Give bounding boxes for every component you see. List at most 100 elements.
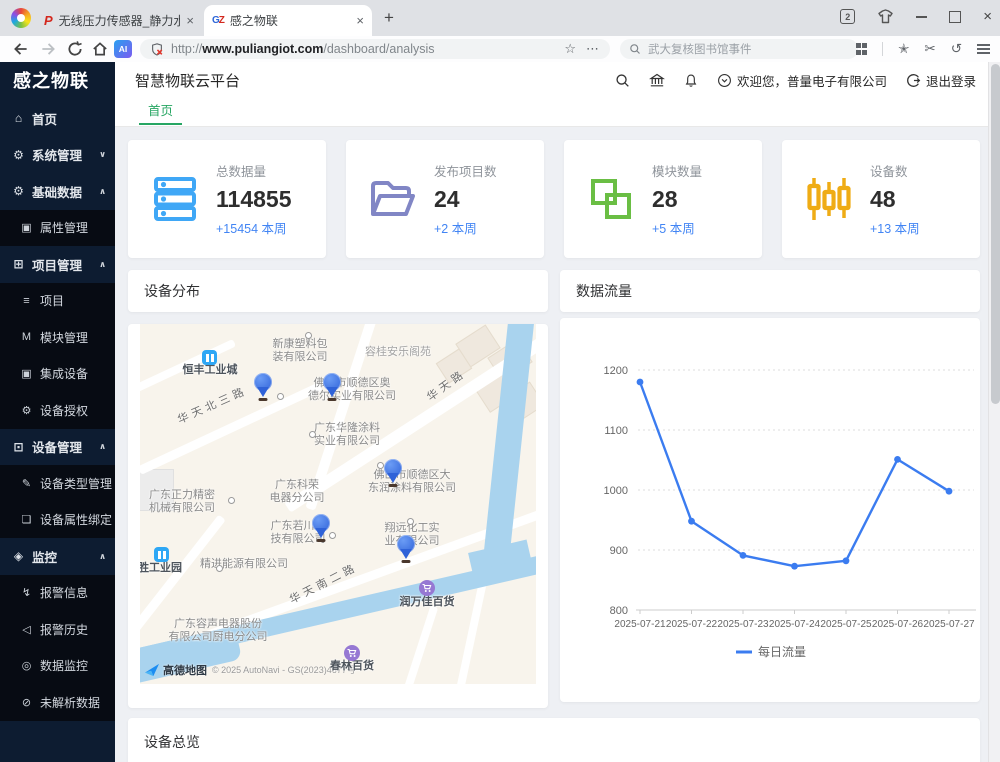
header-search-icon[interactable] xyxy=(615,73,630,88)
gear-icon: ⚙ xyxy=(11,148,26,162)
sidebar-item-首页[interactable]: ⌂首页 xyxy=(0,100,115,137)
history-undo-icon[interactable]: ↺ xyxy=(951,41,962,57)
map-poi-dot xyxy=(216,565,223,572)
chart-panel-title: 数据流量 xyxy=(560,270,980,312)
candlestick-icon xyxy=(804,174,854,224)
sidebar-item-系统管理[interactable]: ⚙系统管理∨ xyxy=(0,137,115,174)
home-icon[interactable] xyxy=(91,40,109,58)
sidebar-item-基础数据[interactable]: ⚙基础数据∧ xyxy=(0,173,115,210)
device-map-marker[interactable] xyxy=(384,459,402,477)
svg-text:2025-07-26: 2025-07-26 xyxy=(872,619,924,630)
sidebar-item-设备属性绑定[interactable]: ❏设备属性绑定 xyxy=(0,502,115,539)
sidebar-item-集成设备[interactable]: ▣集成设备 xyxy=(0,356,115,393)
device-distribution-map[interactable]: 高德地图 © 2025 AutoNavi - GS(2023)4677号 华天北… xyxy=(140,324,536,684)
stat-delta: +5 本周 xyxy=(652,218,702,237)
sidebar-item-设备类型管理[interactable]: ✎设备类型管理 xyxy=(0,465,115,502)
ai-assistant-icon[interactable]: AI xyxy=(114,40,132,58)
sidebar-item-报警历史[interactable]: ◁报警历史 xyxy=(0,611,115,648)
tab2-close-icon[interactable]: × xyxy=(356,13,364,28)
svg-text:2025-07-23: 2025-07-23 xyxy=(717,619,769,630)
device-map-marker[interactable] xyxy=(397,535,415,553)
tag-icon: ◈ xyxy=(11,549,26,563)
pen-icon: ✎ xyxy=(19,477,34,490)
sidebar-item-数据监控[interactable]: ◎数据监控 xyxy=(0,648,115,685)
map-poi-label: 胜工业园 xyxy=(140,562,182,575)
url-more-icon[interactable]: ⋯ xyxy=(586,41,600,57)
svg-text:1200: 1200 xyxy=(604,365,628,377)
svg-text:900: 900 xyxy=(610,545,628,557)
modules-icon xyxy=(586,174,636,224)
map-poi-label: 广东正力精密 机械有限公司 xyxy=(149,489,215,515)
grid-icon: ⊞ xyxy=(11,257,26,271)
map-panel-title: 设备分布 xyxy=(128,270,548,312)
sidebar-item-项目管理[interactable]: ⊞项目管理∧ xyxy=(0,246,115,283)
gear-icon: ⚙ xyxy=(11,184,26,198)
skin-tshirt-icon[interactable] xyxy=(877,9,894,24)
search-icon xyxy=(629,43,641,55)
bind-icon: ❏ xyxy=(19,513,34,526)
header-bank-icon[interactable] xyxy=(649,73,665,88)
browser-tab-inactive[interactable]: P 无线压力传感器_静力水准仪_ × xyxy=(36,5,202,36)
app-logo: 感之物联 xyxy=(0,62,115,100)
apps-grid-icon[interactable] xyxy=(856,43,868,55)
map-poi-label: 精进能源有限公司 xyxy=(200,558,288,571)
chevron-up-icon: ∧ xyxy=(99,551,106,562)
stat-value: 114855 xyxy=(216,186,291,213)
browser-logo-icon[interactable] xyxy=(11,8,31,28)
tab-count-badge[interactable]: 2 xyxy=(840,9,855,24)
refresh-icon[interactable] xyxy=(66,40,84,58)
forward-icon[interactable] xyxy=(39,40,57,58)
stat-card-总数据量: 总数据量114855+15454 本周 xyxy=(128,140,326,258)
home-icon: ⌂ xyxy=(11,111,26,125)
stat-card-设备数: 设备数48+13 本周 xyxy=(782,140,980,258)
sidebar-item-未解析数据[interactable]: ⊘未解析数据 xyxy=(0,684,115,721)
amap-logo: 高德地图 xyxy=(144,662,207,678)
tab-home[interactable]: 首页 xyxy=(139,98,182,125)
screenshot-scissors-icon[interactable]: ✂ xyxy=(924,41,935,57)
browser-search-box[interactable]: 武大复核图书馆事件 xyxy=(620,39,858,59)
welcome-account[interactable]: 欢迎您，普量电子有限公司 xyxy=(717,71,887,90)
sidebar-item-模块管理[interactable]: M模块管理 xyxy=(0,319,115,356)
logout-button[interactable]: 退出登录 xyxy=(906,71,976,90)
sidebar-item-设备管理[interactable]: ⊡设备管理∧ xyxy=(0,429,115,466)
map-poi-dot xyxy=(329,532,336,539)
scrollbar-thumb[interactable] xyxy=(991,64,1000,404)
stat-delta: +13 本周 xyxy=(870,218,920,237)
overview-panel-title: 设备总览 xyxy=(128,718,980,762)
map-poi-label: 春林百货 xyxy=(330,660,374,673)
attribute-icon: ▣ xyxy=(19,221,34,234)
window-close-button[interactable]: × xyxy=(983,12,992,22)
map-poi-dot xyxy=(305,332,312,339)
sidebar-item-报警信息[interactable]: ↯报警信息 xyxy=(0,575,115,612)
url-path: /dashboard/analysis xyxy=(323,42,434,56)
page-scrollbar[interactable] xyxy=(988,62,1000,762)
stat-label: 模块数量 xyxy=(652,161,702,180)
maximize-button[interactable] xyxy=(949,11,961,23)
device-map-marker[interactable] xyxy=(254,373,272,391)
insecure-shield-icon[interactable] xyxy=(150,42,164,57)
logout-icon xyxy=(906,73,921,88)
sidebar-item-属性管理[interactable]: ▣属性管理 xyxy=(0,210,115,247)
device-map-marker[interactable] xyxy=(312,514,330,532)
tab1-favicon: P xyxy=(44,13,53,28)
chevron-up-icon: ∧ xyxy=(99,441,106,452)
browser-addressbar: AI http://www.puliangiot.com/dashboard/a… xyxy=(0,36,1000,63)
sidebar-item-项目[interactable]: ≡项目 xyxy=(0,283,115,320)
favorites-icon[interactable]: ✭ xyxy=(898,41,909,57)
header-bell-icon[interactable] xyxy=(684,73,698,88)
browser-tab-active[interactable]: GZ 感之物联 × xyxy=(204,5,372,36)
bookmark-star-icon[interactable]: ☆ xyxy=(564,41,576,57)
sidebar-item-设备授权[interactable]: ⚙设备授权 xyxy=(0,392,115,429)
new-tab-button[interactable]: + xyxy=(384,8,394,28)
tab1-close-icon[interactable]: × xyxy=(186,13,194,28)
url-field[interactable]: http://www.puliangiot.com/dashboard/anal… xyxy=(140,39,610,59)
menu-hamburger-icon[interactable] xyxy=(977,44,990,55)
minimize-button[interactable] xyxy=(916,16,927,18)
stat-label: 发布项目数 xyxy=(434,161,497,180)
device-map-marker[interactable] xyxy=(323,373,341,391)
stats-row: 总数据量114855+15454 本周发布项目数24+2 本周模块数量28+5 … xyxy=(128,140,980,258)
back-icon[interactable] xyxy=(12,40,30,58)
stat-value: 28 xyxy=(652,186,702,213)
svg-text:2025-07-21: 2025-07-21 xyxy=(614,619,666,630)
sidebar-item-监控[interactable]: ◈监控∧ xyxy=(0,538,115,575)
